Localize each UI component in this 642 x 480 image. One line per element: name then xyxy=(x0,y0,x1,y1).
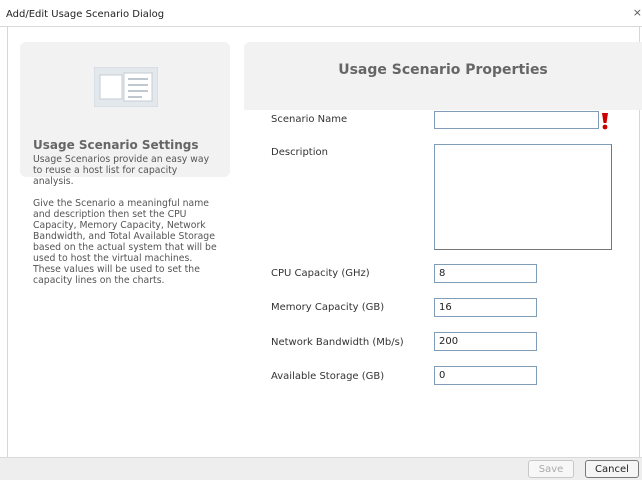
description-label: Description xyxy=(271,147,328,158)
usage-scenario-icon xyxy=(94,67,158,107)
required-icon xyxy=(602,113,608,130)
frame-border-left xyxy=(7,26,8,457)
memory-capacity-label: Memory Capacity (GB) xyxy=(271,302,385,313)
usage-scenario-dialog: Add/Edit Usage Scenario Dialog × Usage S… xyxy=(0,0,642,480)
settings-paragraph-intro: Usage Scenarios provide an easy way to r… xyxy=(33,154,210,187)
save-button[interactable]: Save xyxy=(528,460,574,478)
cpu-capacity-label: CPU Capacity (GHz) xyxy=(271,268,370,279)
properties-title: Usage Scenario Properties xyxy=(338,62,548,78)
settings-title: Usage Scenario Settings xyxy=(33,138,199,152)
close-icon[interactable]: × xyxy=(633,6,642,19)
dialog-footer: Save Cancel xyxy=(0,457,642,480)
scenario-name-input[interactable] xyxy=(434,111,599,129)
dialog-title: Add/Edit Usage Scenario Dialog xyxy=(6,9,165,20)
scenario-name-label: Scenario Name xyxy=(271,114,348,125)
cpu-capacity-input[interactable] xyxy=(434,264,537,283)
dialog-titlebar[interactable]: Add/Edit Usage Scenario Dialog × xyxy=(0,0,642,27)
network-bandwidth-label: Network Bandwidth (Mb/s) xyxy=(271,337,404,348)
memory-capacity-input[interactable] xyxy=(434,298,537,317)
network-bandwidth-input[interactable] xyxy=(434,332,537,351)
available-storage-label: Available Storage (GB) xyxy=(271,371,385,382)
cancel-button[interactable]: Cancel xyxy=(585,460,639,478)
available-storage-input[interactable] xyxy=(434,366,537,385)
settings-paragraph-instructions: Give the Scenario a meaningful name and … xyxy=(33,198,217,286)
settings-description: Usage Scenarios provide an easy way to r… xyxy=(33,154,218,297)
description-textarea[interactable] xyxy=(434,144,612,250)
